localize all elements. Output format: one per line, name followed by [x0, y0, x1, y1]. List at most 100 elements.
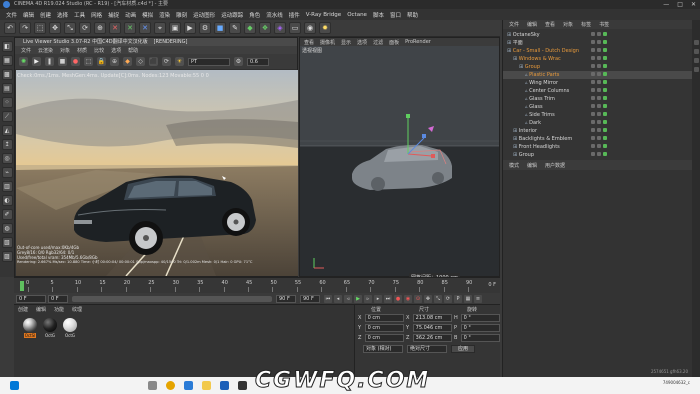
enable-check-icon[interactable]	[603, 128, 607, 132]
structure-tab-icon[interactable]	[693, 58, 699, 63]
object-visibility-dots[interactable]	[591, 120, 607, 124]
stop-icon[interactable]: ■	[58, 57, 67, 66]
end-frame-field[interactable]: 90 F	[300, 294, 320, 303]
object-visibility-dots[interactable]	[591, 96, 607, 100]
edges-mode-icon[interactable]: ⟋	[1, 111, 13, 122]
om-menu-tags[interactable]: 标签	[581, 21, 591, 28]
visibility-dot-icon[interactable]	[597, 144, 601, 148]
lv-menu-objects[interactable]: 对象	[60, 47, 70, 54]
visibility-dot-icon[interactable]	[591, 136, 595, 140]
record-icon[interactable]: ●	[394, 294, 402, 303]
lv-menu-compare[interactable]: 比较	[94, 47, 104, 54]
object-row[interactable]: ⊞ 平面	[503, 39, 692, 47]
visibility-dot-icon[interactable]	[591, 128, 595, 132]
enable-check-icon[interactable]	[603, 64, 607, 68]
material-swatch[interactable]: OctG	[42, 318, 58, 338]
menu-plugins[interactable]: 插件	[289, 11, 300, 19]
material-swatch[interactable]: OctSl	[22, 318, 38, 338]
object-visibility-dots[interactable]	[591, 112, 607, 116]
visibility-dot-icon[interactable]	[591, 48, 595, 52]
visibility-dot-icon[interactable]	[591, 40, 595, 44]
object-visibility-dots[interactable]	[591, 104, 607, 108]
refresh-icon[interactable]: ⟳	[162, 57, 171, 66]
vp-menu-prorender[interactable]: ProRender	[405, 39, 431, 45]
rotation-field[interactable]: 0 °	[460, 324, 500, 332]
model-mode-icon[interactable]: ▦	[1, 55, 13, 66]
vp-menu-cameras[interactable]: 摄像机	[320, 39, 335, 46]
vp-menu-options[interactable]: 选项	[357, 39, 367, 46]
enable-check-icon[interactable]	[603, 72, 607, 76]
visibility-dot-icon[interactable]	[597, 136, 601, 140]
menu-mograph[interactable]: 运动图形	[193, 11, 215, 19]
menu-animate[interactable]: 动画	[125, 11, 136, 19]
object-visibility-dots[interactable]	[591, 56, 607, 60]
recent-tool-icon[interactable]: ⊕	[94, 22, 106, 34]
enable-check-icon[interactable]	[603, 88, 607, 92]
previous-key-icon[interactable]: ◂	[334, 294, 342, 303]
enable-check-icon[interactable]	[603, 112, 607, 116]
object-visibility-dots[interactable]	[591, 152, 607, 156]
keyframe-selection-icon[interactable]: ⊙	[414, 294, 422, 303]
render-settings-icon[interactable]: ⚙	[199, 22, 211, 34]
menu-edit[interactable]: 编辑	[23, 11, 34, 19]
visibility-dot-icon[interactable]	[597, 72, 601, 76]
x-axis-lock-icon[interactable]: ✕	[109, 22, 121, 34]
mat-menu-texture[interactable]: 纹理	[72, 306, 82, 313]
kernel-select[interactable]: PT	[188, 57, 230, 66]
rotate-tool-icon[interactable]: ⟳	[79, 22, 91, 34]
position-field[interactable]: 0 cm	[364, 314, 404, 322]
visibility-dot-icon[interactable]	[591, 56, 595, 60]
size-field[interactable]: 362.26 cm	[412, 334, 452, 342]
visibility-dot-icon[interactable]	[591, 32, 595, 36]
visibility-dot-icon[interactable]	[597, 48, 601, 52]
visibility-dot-icon[interactable]	[591, 112, 595, 116]
light-icon[interactable]: ✹	[319, 22, 331, 34]
go-to-start-icon[interactable]: ⏮	[324, 294, 332, 303]
enable-check-icon[interactable]	[603, 32, 607, 36]
vp-menu-display[interactable]: 显示	[341, 39, 351, 46]
cinema4d-taskbar-icon[interactable]	[220, 381, 229, 390]
floor-icon[interactable]: ▭	[289, 22, 301, 34]
visibility-dot-icon[interactable]	[597, 120, 601, 124]
om-menu-bookmarks[interactable]: 书签	[599, 21, 609, 28]
start-icon[interactable]	[10, 381, 19, 390]
attr-menu-edit[interactable]: 编辑	[527, 162, 537, 169]
menu-render[interactable]: 渲染	[159, 11, 170, 19]
object-visibility-dots[interactable]	[591, 32, 607, 36]
enable-check-icon[interactable]	[603, 136, 607, 140]
objects-tab-icon[interactable]	[693, 40, 699, 45]
object-visibility-dots[interactable]	[591, 128, 607, 132]
autokey-icon[interactable]: ◉	[404, 294, 412, 303]
bodypaint-icon[interactable]: ▨	[1, 251, 13, 262]
menu-pipeline[interactable]: 流水线	[266, 11, 283, 19]
texture-mode-icon[interactable]: ▩	[1, 69, 13, 80]
close-button[interactable]: ✕	[691, 1, 696, 8]
coordinate-system-icon[interactable]: ⌖	[154, 22, 166, 34]
visibility-dot-icon[interactable]	[591, 104, 595, 108]
z-axis-lock-icon[interactable]: ✕	[139, 22, 151, 34]
menu-tools[interactable]: 工具	[74, 11, 85, 19]
play-icon[interactable]: ▶	[354, 294, 362, 303]
size-mode-select[interactable]: 绝对尺寸	[407, 345, 447, 353]
size-field[interactable]: 75.046 cm	[412, 324, 452, 332]
position-key-icon[interactable]: ✥	[424, 294, 432, 303]
rotation-field[interactable]: 0 °	[460, 314, 500, 322]
visibility-dot-icon[interactable]	[597, 152, 601, 156]
visibility-dot-icon[interactable]	[597, 88, 601, 92]
attr-menu-userdata[interactable]: 用户数据	[545, 162, 565, 169]
octane-settings-icon[interactable]: ✺	[19, 57, 28, 66]
render-view-icon[interactable]: ▣	[169, 22, 181, 34]
vp-menu-panel[interactable]: 面板	[389, 39, 399, 46]
timeline-menu-icon[interactable]: ≡	[474, 294, 482, 303]
enable-axis-icon[interactable]: ↥	[1, 139, 13, 150]
object-row[interactable]: ⊞ OctaneSky	[503, 31, 692, 39]
solo-icon[interactable]: ◐	[1, 195, 13, 206]
object-row[interactable]: ▵ Dark	[503, 119, 692, 127]
visibility-dot-icon[interactable]	[591, 80, 595, 84]
playhead-icon[interactable]	[20, 281, 24, 291]
live-selection-icon[interactable]: ⬚	[34, 22, 46, 34]
enable-check-icon[interactable]	[603, 96, 607, 100]
coordinate-mode-select[interactable]: 对象 (相对)	[363, 345, 403, 353]
enable-check-icon[interactable]	[603, 152, 607, 156]
edge-icon[interactable]	[184, 381, 193, 390]
